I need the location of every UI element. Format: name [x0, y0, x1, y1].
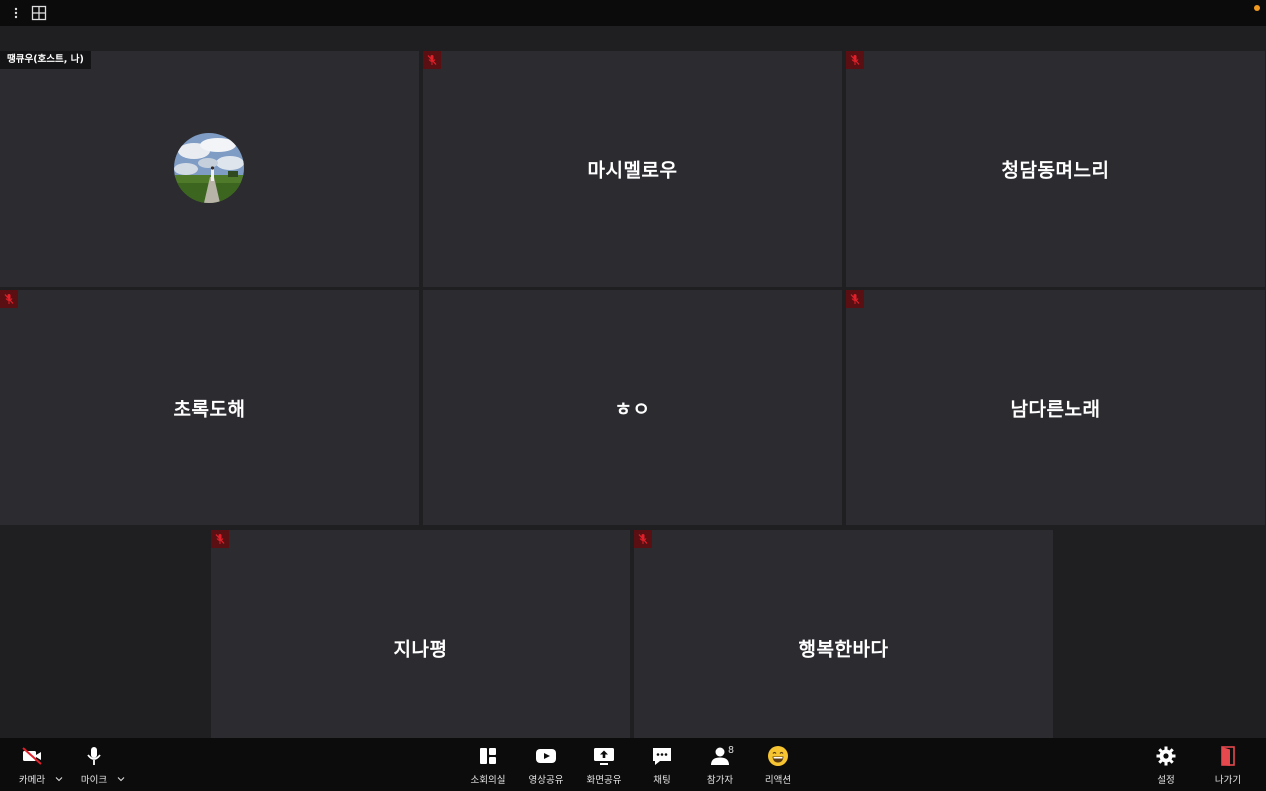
participants-count: 8	[728, 745, 735, 756]
mic-off-icon	[850, 55, 860, 65]
gear-icon	[1156, 746, 1176, 766]
mic-muted-badge	[423, 51, 441, 69]
participant-tile[interactable]: 청담동며느리	[846, 51, 1265, 287]
participant-tile[interactable]: 지나평	[211, 530, 630, 738]
youtube-play-icon	[536, 749, 556, 763]
chat-button[interactable]: 채팅	[634, 744, 690, 790]
laughing-emoji-icon	[768, 746, 788, 766]
participant-name: 마시멜로우	[587, 159, 678, 182]
camera-button[interactable]: 카메라	[4, 744, 63, 790]
mic-off-icon	[427, 55, 437, 65]
mic-muted-badge	[634, 530, 652, 548]
participants-button[interactable]: 8 참가자	[692, 744, 748, 790]
participant-name: 초록도해	[173, 398, 246, 420]
screen-share-icon	[594, 748, 614, 765]
video-share-button[interactable]: 영상공유	[518, 744, 574, 790]
chevron-down-icon[interactable]	[117, 775, 125, 783]
mic-off-icon	[638, 534, 648, 544]
mic-off-icon	[215, 534, 225, 544]
breakout-room-label: 소회의실	[470, 775, 506, 786]
mic-off-icon	[850, 294, 860, 304]
participant-tile[interactable]: 초록도해	[0, 290, 419, 525]
meeting-window: 땡큐우(호스트, 나) 마시멜로우 청담동며느리 초록도해 ㅎㅇ 남다른노래 지…	[0, 0, 1266, 791]
participant-tile[interactable]: 남다른노래	[846, 290, 1265, 525]
chat-bubble-icon	[653, 748, 671, 765]
participant-name: 행복한바다	[798, 638, 889, 661]
participant-tile-host[interactable]: 땡큐우(호스트, 나)	[0, 51, 419, 287]
screen-share-button[interactable]: 화면공유	[576, 744, 632, 790]
mic-label: 마이크	[80, 775, 108, 786]
mic-muted-badge	[0, 290, 18, 308]
participant-name: 남다른노래	[1010, 398, 1101, 420]
settings-label: 설정	[1157, 775, 1175, 786]
participant-name: 지나평	[393, 638, 448, 661]
host-name-label: 땡큐우(호스트, 나)	[0, 51, 91, 69]
participant-name: 청담동며느리	[1001, 159, 1110, 182]
vertical-dots-icon[interactable]	[9, 5, 23, 21]
chevron-down-icon[interactable]	[55, 775, 63, 783]
top-bar	[0, 0, 1266, 26]
camera-off-icon	[22, 747, 42, 765]
breakout-rooms-icon	[480, 748, 496, 764]
avatar	[174, 133, 244, 203]
mic-muted-badge	[211, 530, 229, 548]
grid-layout-icon[interactable]	[31, 5, 47, 21]
participant-tile[interactable]: 행복한바다	[634, 530, 1053, 738]
participant-tile[interactable]: 마시멜로우	[423, 51, 842, 287]
breakout-room-button[interactable]: 소회의실	[460, 744, 516, 790]
settings-button[interactable]: 설정	[1138, 744, 1194, 790]
chat-label: 채팅	[653, 775, 671, 786]
screen-share-label: 화면공유	[586, 775, 622, 786]
mic-button[interactable]: 마이크	[66, 744, 125, 790]
participants-label: 참가자	[706, 775, 734, 786]
microphone-icon	[87, 747, 101, 765]
leave-label: 나가기	[1214, 775, 1242, 786]
mic-off-icon	[4, 294, 14, 304]
participant-tile[interactable]: ㅎㅇ	[423, 290, 842, 525]
mic-muted-badge	[846, 290, 864, 308]
exit-door-icon	[1221, 746, 1235, 766]
reaction-label: 리액션	[764, 775, 792, 786]
leave-button[interactable]: 나가기	[1200, 744, 1256, 790]
status-indicator	[1254, 5, 1260, 11]
participant-name: ㅎㅇ	[614, 398, 651, 420]
camera-label: 카메라	[18, 775, 46, 786]
reaction-button[interactable]: 리액션	[750, 744, 806, 790]
mic-muted-badge	[846, 51, 864, 69]
landscape-photo-image	[174, 133, 244, 203]
bottom-toolbar: 카메라 마이크 소회의실 영상공유 화면공유 채팅 8 참가자 리액션 설정 나…	[0, 738, 1266, 791]
video-share-label: 영상공유	[528, 775, 564, 786]
